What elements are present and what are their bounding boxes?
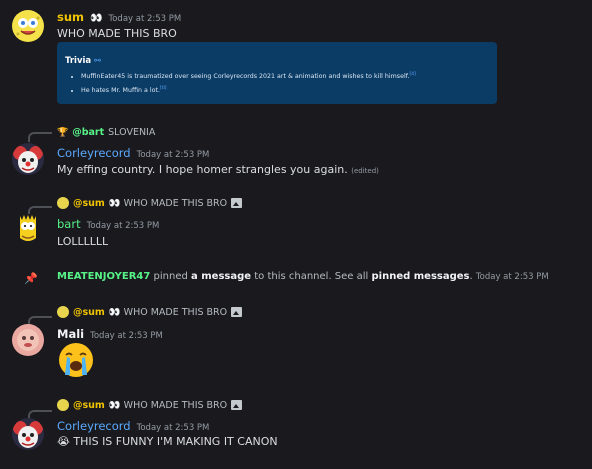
citation-link[interactable]: [tl]	[160, 86, 167, 91]
bart-avatar-icon	[12, 214, 44, 246]
username[interactable]: Corleyrecord	[57, 419, 131, 433]
image-icon	[231, 198, 243, 208]
message-text: WHO MADE THIS BRO	[57, 27, 177, 40]
system-text-part: pinned	[153, 271, 188, 282]
username[interactable]: sum	[57, 10, 84, 24]
link-icon[interactable]: ⚯	[94, 56, 101, 65]
reply-preview[interactable]: @sum 👀 WHO MADE THIS BRO	[57, 197, 243, 209]
edited-label: (edited)	[351, 167, 379, 175]
reply-text: SLOVENIA	[108, 127, 156, 138]
message-body: My effing country. I hope homer strangle…	[57, 163, 348, 176]
avatar-sum[interactable]	[12, 10, 44, 42]
citation-link[interactable]: [4]	[409, 72, 415, 77]
reply-text: 👀 WHO MADE THIS BRO	[108, 306, 228, 318]
avatar-corleyrecord[interactable]	[12, 418, 44, 450]
timestamp: Today at 2:53 PM	[136, 150, 210, 160]
avatar-bart[interactable]	[12, 214, 44, 246]
image-icon	[231, 307, 243, 317]
mali-avatar-icon	[12, 324, 44, 356]
embed-title: Trivia ⚯	[65, 56, 101, 66]
username[interactable]: bart	[57, 217, 81, 231]
pinned-messages-link[interactable]: pinned messages	[372, 271, 470, 282]
message-text: My effing country. I hope homer strangle…	[57, 163, 379, 176]
trophy-icon: 🏆	[57, 127, 69, 138]
eyes-tag: 👀	[90, 13, 103, 24]
system-text: MEATENJOYER47 pinned a message to this c…	[57, 271, 549, 282]
timestamp: Today at 2:53 PM	[90, 331, 163, 341]
reply-preview[interactable]: @sum 👀 WHO MADE THIS BRO	[57, 399, 243, 411]
reply-username[interactable]: @sum	[73, 400, 105, 411]
message-text: 😭 THIS IS FUNNY I'M MAKING IT CANON	[57, 435, 278, 448]
spongebob-avatar-icon	[12, 10, 44, 42]
reply-username[interactable]: @bart	[72, 127, 104, 138]
timestamp: Today at 2:53 PM	[108, 14, 182, 24]
timestamp: Today at 2:53 PM	[136, 423, 210, 433]
list-item: MuffinEater45 is traumatized over seeing…	[81, 72, 416, 80]
username[interactable]: Mali	[57, 327, 84, 341]
reply-username[interactable]: @sum	[73, 307, 105, 318]
image-icon	[231, 400, 243, 410]
list-item: He hates Mr. Muffin a lot.[tl]	[81, 86, 416, 94]
pinned-message-link[interactable]: a message	[191, 271, 251, 282]
pin-icon: 📌	[24, 272, 38, 285]
loudly-crying-emoji-icon	[59, 343, 93, 377]
clown-avatar-icon	[12, 418, 44, 450]
reply-text: 👀 WHO MADE THIS BRO	[108, 399, 228, 411]
avatar-mali[interactable]	[12, 324, 44, 356]
reply-username[interactable]: @sum	[73, 198, 105, 209]
clown-avatar-icon	[12, 143, 44, 175]
system-text-part: to this channel. See all	[254, 271, 369, 282]
username[interactable]: Corleyrecord	[57, 146, 131, 160]
reply-connector	[28, 132, 52, 142]
reply-preview[interactable]: @sum 👀 WHO MADE THIS BRO	[57, 306, 243, 318]
reply-preview[interactable]: 🏆 @bart SLOVENIA	[57, 127, 155, 138]
avatar-mini-sum	[57, 399, 69, 411]
avatar-mini-sum	[57, 197, 69, 209]
timestamp: Today at 2:53 PM	[86, 221, 160, 231]
avatar-corleyrecord[interactable]	[12, 143, 44, 175]
username[interactable]: MEATENJOYER47	[57, 271, 150, 282]
embed-bullets: MuffinEater45 is traumatized over seeing…	[71, 66, 416, 94]
system-text-part: .	[469, 271, 473, 282]
message-text: LOLLLLLL	[57, 235, 109, 248]
timestamp: Today at 2:53 PM	[475, 272, 549, 282]
reply-text: 👀 WHO MADE THIS BRO	[108, 197, 228, 209]
embed-trivia: Trivia⚯ MuffinEater45 is traumatized ove…	[57, 42, 497, 104]
avatar-mini-sum	[57, 306, 69, 318]
